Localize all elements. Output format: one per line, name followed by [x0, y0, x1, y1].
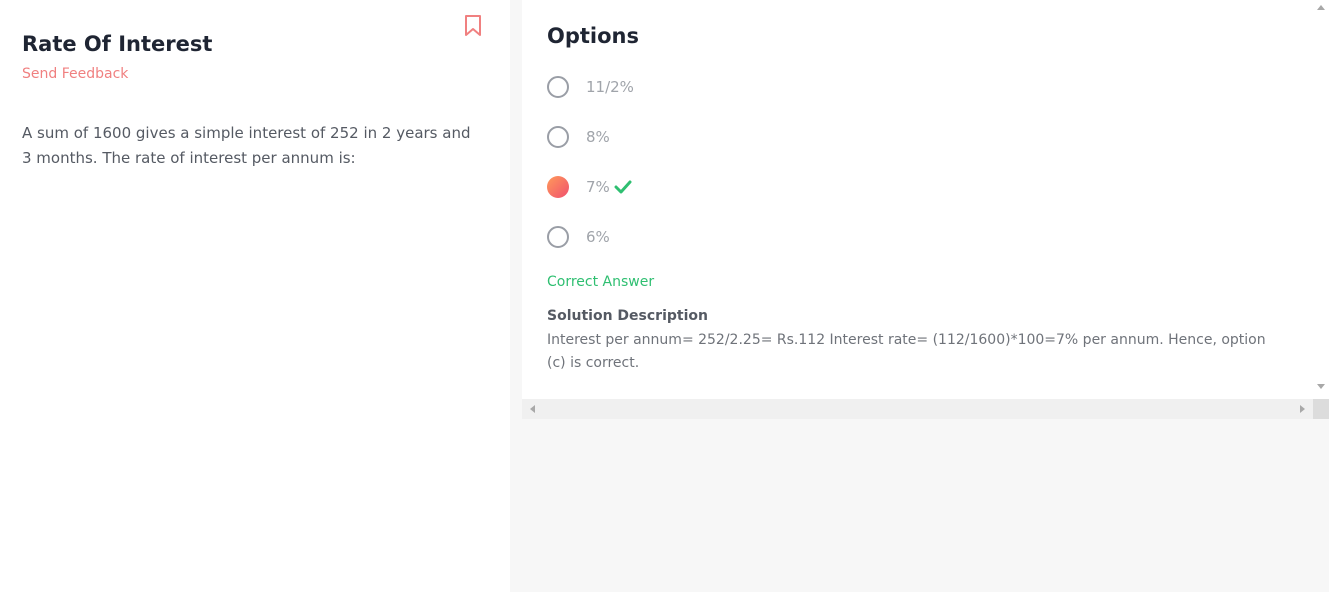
option-b[interactable]: 8% [547, 124, 847, 150]
send-feedback-link[interactable]: Send Feedback [22, 66, 128, 82]
option-label: 6% [586, 228, 610, 246]
scroll-right-arrow-icon[interactable] [1300, 405, 1305, 413]
scroll-left-arrow-icon[interactable] [530, 405, 535, 413]
checkmark-icon [614, 180, 632, 194]
option-label: 11/2% [586, 78, 634, 96]
correct-answer-label: Correct Answer [547, 274, 655, 290]
option-c[interactable]: 7% [547, 174, 847, 200]
bookmark-icon[interactable] [463, 14, 483, 38]
options-heading: Options [547, 24, 639, 48]
horizontal-scrollbar[interactable] [522, 399, 1313, 419]
answer-area: Options 11/2% 8% 7% 6% Correct Answer So… [510, 0, 1329, 592]
radio-button[interactable] [547, 76, 569, 98]
option-label: 7% [586, 178, 610, 196]
radio-button-selected[interactable] [547, 176, 569, 198]
solution-text: Interest per annum= 252/2.25= Rs.112 Int… [547, 332, 1266, 371]
scroll-down-arrow-icon[interactable] [1317, 384, 1325, 389]
scrollbar-corner [1313, 399, 1329, 419]
radio-button[interactable] [547, 126, 569, 148]
vertical-scrollbar[interactable] [1313, 0, 1329, 399]
scroll-up-arrow-icon[interactable] [1317, 5, 1325, 10]
option-a[interactable]: 11/2% [547, 74, 847, 100]
option-d[interactable]: 6% [547, 224, 847, 250]
options-panel: Options 11/2% 8% 7% 6% Correct Answer So… [522, 0, 1313, 399]
question-title: Rate Of Interest [22, 32, 213, 56]
solution-title: Solution Description [547, 308, 708, 324]
question-panel: Rate Of Interest Send Feedback A sum of … [0, 0, 510, 592]
question-text: A sum of 1600 gives a simple interest of… [22, 124, 471, 167]
radio-button[interactable] [547, 226, 569, 248]
option-label: 8% [586, 128, 610, 146]
